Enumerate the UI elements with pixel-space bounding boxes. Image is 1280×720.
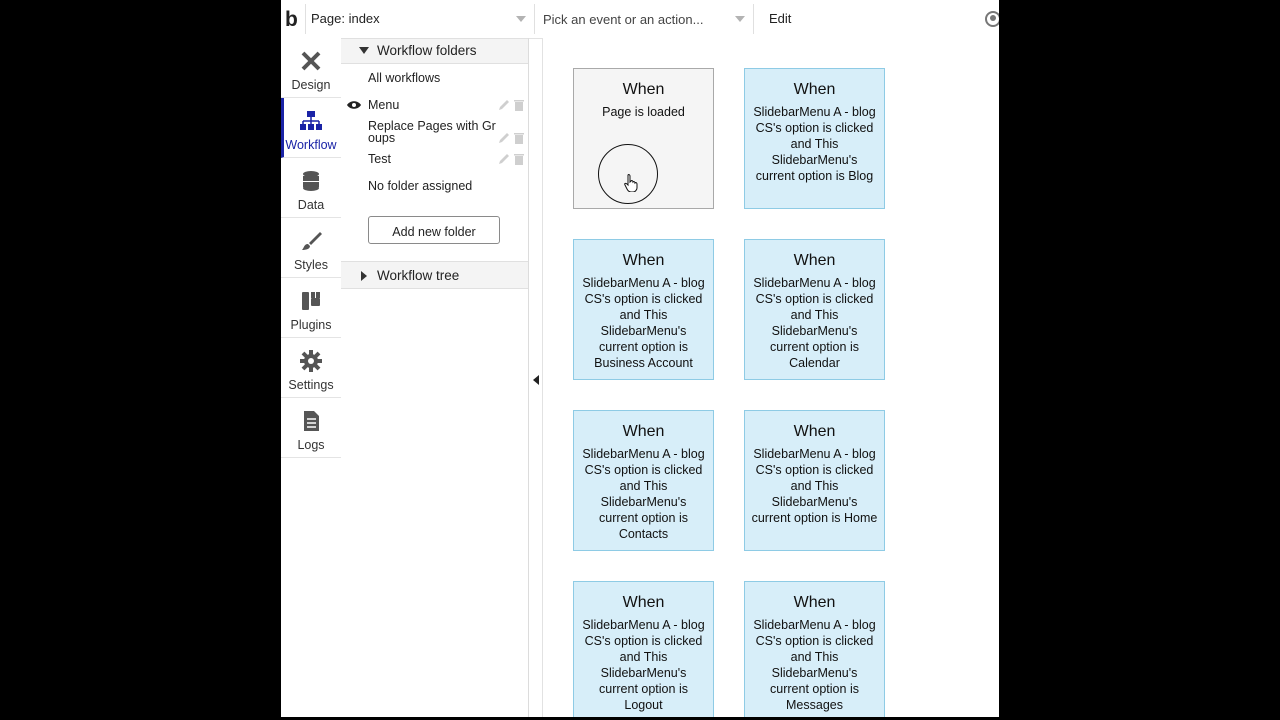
bubble-logo[interactable]: b	[285, 8, 298, 32]
pencil-icon[interactable]	[498, 132, 510, 144]
workflow-card-event: SlidebarMenu A - blog CS's option is cli…	[582, 276, 705, 370]
nav-label: Design	[291, 78, 331, 92]
chevron-down-icon[interactable]	[516, 16, 526, 22]
workflow-card-title: When	[793, 594, 836, 611]
nav-logs[interactable]: Logs	[281, 398, 341, 458]
workflow-card[interactable]: When SlidebarMenu A - blog CS's option i…	[573, 410, 714, 551]
workflow-card[interactable]: When SlidebarMenu A - blog CS's option i…	[744, 581, 885, 717]
folder-all-workflows[interactable]: All workflows	[368, 71, 440, 85]
add-new-folder-button[interactable]: Add new folder	[368, 216, 500, 244]
page-selector[interactable]: Page: index	[311, 11, 380, 26]
row-actions	[498, 153, 528, 167]
workflow-folders-header[interactable]: Workflow folders	[341, 38, 528, 64]
workflow-card-event: SlidebarMenu A - blog CS's option is cli…	[582, 447, 705, 541]
workflow-card[interactable]: When Page is loaded	[573, 68, 714, 209]
workflow-card-title: When	[793, 252, 836, 269]
document-icon	[304, 411, 319, 431]
folder-test[interactable]: Test	[368, 152, 391, 166]
nav-data[interactable]: Data	[281, 158, 341, 218]
hand-cursor-icon	[624, 174, 638, 192]
divider	[305, 4, 306, 34]
workflow-icon	[300, 111, 322, 130]
top-bar: b Page: index Pick an event or an action…	[281, 0, 999, 39]
workflow-card[interactable]: When SlidebarMenu A - blog CS's option i…	[744, 68, 885, 209]
nav-styles[interactable]: Styles	[281, 218, 341, 278]
nav-settings[interactable]: Settings	[281, 338, 341, 398]
row-actions	[498, 99, 528, 113]
pencil-icon[interactable]	[498, 153, 510, 165]
trash-icon[interactable]	[514, 132, 524, 144]
nav-workflow[interactable]: Workflow	[281, 98, 341, 158]
gear-icon	[300, 350, 322, 372]
workflow-card-event: SlidebarMenu A - blog CS's option is cli…	[753, 105, 876, 183]
nav-label: Workflow	[285, 138, 337, 152]
workflow-card[interactable]: When SlidebarMenu A - blog CS's option i…	[573, 239, 714, 380]
nav-label: Plugins	[290, 318, 332, 332]
nav-plugins[interactable]: Plugins	[281, 278, 341, 338]
nav-label: Settings	[288, 378, 334, 392]
left-nav: Design Workflow Data Styles Plugins Sett…	[281, 38, 342, 717]
collapse-panel-icon[interactable]	[533, 375, 539, 385]
nav-label: Styles	[293, 258, 329, 272]
panel-title: Workflow tree	[377, 268, 460, 283]
trash-icon[interactable]	[514, 99, 524, 111]
user-icon[interactable]	[985, 11, 999, 27]
panel-title: Workflow folders	[377, 43, 477, 58]
workflow-card-event: SlidebarMenu A - blog CS's option is cli…	[753, 618, 876, 712]
workflow-card[interactable]: When SlidebarMenu A - blog CS's option i…	[573, 581, 714, 717]
workflow-card[interactable]: When SlidebarMenu A - blog CS's option i…	[744, 239, 885, 380]
workflow-card-title: When	[622, 81, 665, 98]
caret-right-icon	[361, 271, 367, 281]
plug-icon	[302, 292, 320, 310]
pencil-icon[interactable]	[498, 99, 510, 111]
nav-label: Data	[297, 198, 325, 212]
row-actions	[498, 132, 528, 146]
workflow-card-event: SlidebarMenu A - blog CS's option is cli…	[582, 618, 705, 712]
folder-replace-pages-with-groups[interactable]: Replace Pages with Gr oups	[368, 120, 496, 145]
chevron-down-icon[interactable]	[735, 16, 745, 22]
workflow-card-title: When	[793, 423, 836, 440]
workflow-card-title: When	[793, 81, 836, 98]
workflow-card-title: When	[622, 423, 665, 440]
eye-icon[interactable]	[347, 100, 361, 110]
bubble-editor: b Page: index Pick an event or an action…	[281, 0, 999, 717]
database-icon	[303, 171, 319, 191]
workflow-card-event: SlidebarMenu A - blog CS's option is cli…	[753, 276, 876, 370]
edit-menu[interactable]: Edit	[769, 11, 791, 26]
brush-icon	[302, 232, 322, 250]
nav-label: Logs	[297, 438, 325, 452]
workflow-card-title: When	[622, 252, 665, 269]
workflow-card[interactable]: When SlidebarMenu A - blog CS's option i…	[744, 410, 885, 551]
nav-design[interactable]: Design	[281, 38, 341, 98]
divider	[753, 4, 754, 34]
workflow-folders-panel: Workflow folders All workflows Menu Repl…	[341, 38, 529, 717]
workflow-card-event: SlidebarMenu A - blog CS's option is cli…	[751, 447, 878, 525]
folder-menu[interactable]: Menu	[368, 98, 399, 112]
design-icon	[301, 51, 321, 71]
folder-no-folder-assigned[interactable]: No folder assigned	[368, 179, 472, 193]
workflow-tree-header[interactable]: Workflow tree	[341, 261, 528, 289]
divider	[534, 4, 535, 34]
trash-icon[interactable]	[514, 153, 524, 165]
event-action-picker[interactable]: Pick an event or an action...	[543, 12, 703, 27]
workflow-canvas: When Page is loaded When SlidebarMenu A …	[543, 38, 999, 717]
workflow-card-title: When	[622, 594, 665, 611]
workflow-card-event: Page is loaded	[602, 105, 685, 119]
caret-down-icon	[359, 47, 369, 54]
